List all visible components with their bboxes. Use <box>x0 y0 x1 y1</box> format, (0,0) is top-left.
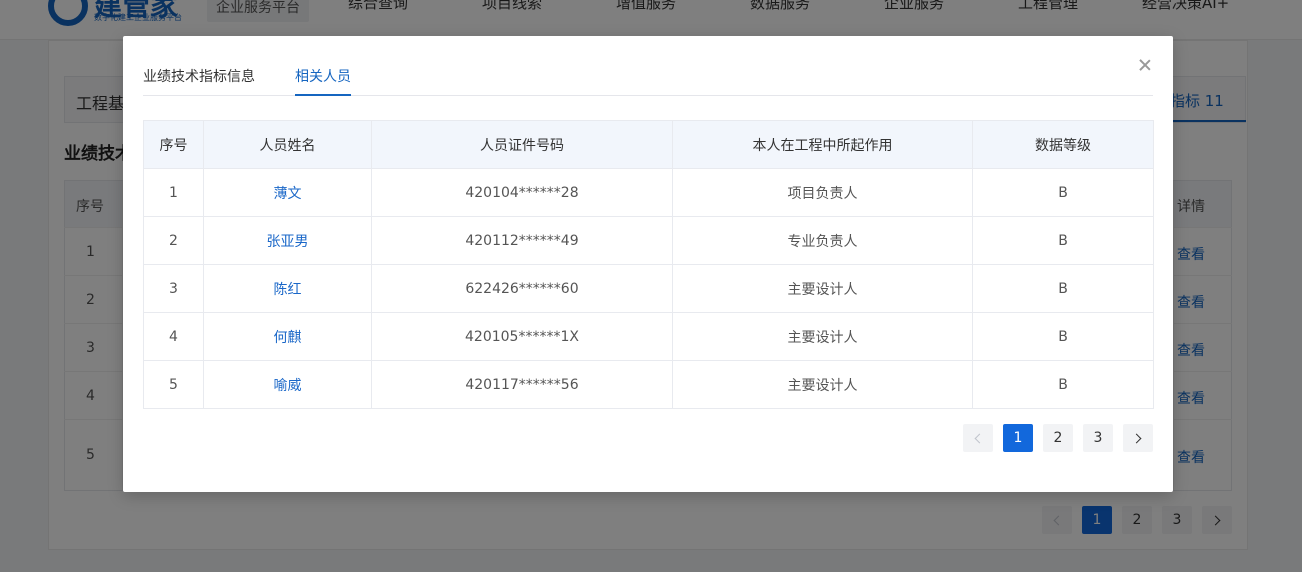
tab-performance-indicators[interactable]: 业绩技术指标信息 <box>143 66 255 96</box>
column-header-index: 序号 <box>143 120 204 169</box>
tab-related-personnel[interactable]: 相关人员 <box>295 66 351 96</box>
role: 项目负责人 <box>672 168 973 217</box>
row-index: 1 <box>143 168 204 217</box>
data-level: B <box>972 264 1154 313</box>
role: 专业负责人 <box>672 216 973 265</box>
chevron-right-icon <box>1131 433 1142 444</box>
personnel-table: 序号 人员姓名 人员证件号码 本人在工程中所起作用 数据等级 1 薄文 4201… <box>143 120 1154 409</box>
data-level: B <box>972 216 1154 265</box>
person-name-link[interactable]: 陈红 <box>203 264 372 313</box>
role: 主要设计人 <box>672 264 973 313</box>
role: 主要设计人 <box>672 360 973 409</box>
id-number: 622426******60 <box>371 264 673 313</box>
role: 主要设计人 <box>672 312 973 361</box>
page-button-3[interactable]: 3 <box>1083 424 1113 452</box>
column-header-data-level: 数据等级 <box>972 120 1154 169</box>
row-index: 5 <box>143 360 204 409</box>
related-personnel-modal: 业绩技术指标信息 相关人员 序号 人员姓名 人员证件号码 本人在工程中所起作用 … <box>123 36 1173 492</box>
person-name-link[interactable]: 何麒 <box>203 312 372 361</box>
person-name-link[interactable]: 喻威 <box>203 360 372 409</box>
table-row: 3 陈红 622426******60 主要设计人 B <box>143 264 1154 313</box>
page-button-1[interactable]: 1 <box>1003 424 1033 452</box>
person-name-link[interactable]: 张亚男 <box>203 216 372 265</box>
data-level: B <box>972 360 1154 409</box>
id-number: 420112******49 <box>371 216 673 265</box>
row-index: 3 <box>143 264 204 313</box>
data-level: B <box>972 312 1154 361</box>
table-row: 5 喻威 420117******56 主要设计人 B <box>143 360 1154 409</box>
next-page-button[interactable] <box>1123 424 1153 452</box>
table-row: 4 何麒 420105******1X 主要设计人 B <box>143 312 1154 361</box>
column-header-id-number: 人员证件号码 <box>371 120 673 169</box>
id-number: 420105******1X <box>371 312 673 361</box>
column-header-role: 本人在工程中所起作用 <box>672 120 973 169</box>
row-index: 2 <box>143 216 204 265</box>
column-header-name: 人员姓名 <box>203 120 372 169</box>
page-button-2[interactable]: 2 <box>1043 424 1073 452</box>
modal-tabs: 业绩技术指标信息 相关人员 <box>143 58 1153 96</box>
row-index: 4 <box>143 312 204 361</box>
table-row: 1 薄文 420104******28 项目负责人 B <box>143 168 1154 217</box>
id-number: 420117******56 <box>371 360 673 409</box>
table-row: 2 张亚男 420112******49 专业负责人 B <box>143 216 1154 265</box>
table-header-row: 序号 人员姓名 人员证件号码 本人在工程中所起作用 数据等级 <box>143 120 1154 169</box>
prev-page-button[interactable] <box>963 424 993 452</box>
person-name-link[interactable]: 薄文 <box>203 168 372 217</box>
data-level: B <box>972 168 1154 217</box>
id-number: 420104******28 <box>371 168 673 217</box>
chevron-left-icon <box>974 433 985 444</box>
